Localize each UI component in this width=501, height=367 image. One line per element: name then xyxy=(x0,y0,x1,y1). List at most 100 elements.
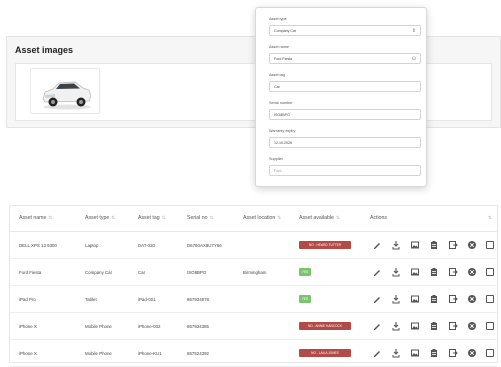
pencil-icon[interactable] xyxy=(372,348,382,358)
form-field-label: Asset tag xyxy=(269,73,285,77)
cell-serial-no: D6760AX8U7Y66 xyxy=(187,243,222,248)
row-select-checkbox[interactable] xyxy=(486,268,494,276)
image-icon[interactable] xyxy=(410,348,420,358)
download-icon[interactable] xyxy=(391,240,401,250)
column-header-asset-location[interactable]: Asset location ⇅ xyxy=(243,215,281,221)
cell-asset-type: Tablet xyxy=(85,297,97,302)
sort-icon: ⇅ xyxy=(161,215,166,220)
assets-table: Asset name ⇅ Asset type ⇅ Asset tag ⇅ Seria… xyxy=(9,205,498,367)
form-field-input[interactable]: Car xyxy=(269,81,421,92)
clipboard-icon[interactable] xyxy=(429,267,439,277)
status-badge: NO - ANNIE HANCOCK xyxy=(299,322,351,330)
cell-serial-no: 867934385 xyxy=(187,324,209,329)
form-field-input[interactable]: 12.10.2026 xyxy=(269,137,421,148)
clipboard-icon[interactable] xyxy=(429,240,439,250)
form-field-value: Car xyxy=(274,85,280,89)
status-badge: YES xyxy=(299,268,311,276)
table-row[interactable]: iPad Pro Tablet iPad-001 867934978 YES xyxy=(10,286,497,313)
export-icon[interactable] xyxy=(448,348,458,358)
cell-serial-no: ISO8BPO xyxy=(187,270,207,275)
export-icon[interactable] xyxy=(448,240,458,250)
column-header-asset-tag[interactable]: Asset tag ⇅ xyxy=(138,215,165,221)
table-row[interactable]: iPhone X Mobile Phone iPhone-002 867934385 N… xyxy=(10,313,497,340)
close-circle-icon[interactable] xyxy=(467,267,477,277)
column-header-asset-type[interactable]: Asset type ⇅ xyxy=(85,215,115,221)
cell-asset-type: Company Car xyxy=(85,270,113,275)
pencil-icon[interactable] xyxy=(372,267,382,277)
cell-serial-no: 867524392 xyxy=(187,351,209,356)
form-field-label: Supplier xyxy=(269,157,283,161)
pencil-icon[interactable] xyxy=(372,240,382,250)
asset-images-title: Asset images xyxy=(15,45,74,55)
cell-asset-type: Laptop xyxy=(85,243,99,248)
form-field-label: Warranty expiry xyxy=(269,129,296,133)
cell-asset-name: iPhone X xyxy=(19,324,37,329)
sort-icon: ⇅ xyxy=(209,215,214,220)
table-header: Asset name ⇅ Asset type ⇅ Asset tag ⇅ Seria… xyxy=(10,206,497,232)
form-field-value: ISO8BPO xyxy=(274,113,290,117)
pencil-icon[interactable] xyxy=(372,294,382,304)
car-image xyxy=(42,81,92,110)
cell-asset-tag: iPad-001 xyxy=(138,297,156,302)
form-field-label: Asset name xyxy=(269,45,290,49)
column-header-serial-no[interactable]: Serial no ⇅ xyxy=(187,215,213,221)
cell-serial-no: 867934978 xyxy=(187,297,209,302)
cell-asset-tag: Car xyxy=(138,270,146,275)
asset-edit-form: Asset type Company Car ⇕ Asset name Ford Fie… xyxy=(255,7,427,187)
download-icon[interactable] xyxy=(391,267,401,277)
status-badge: NO - LAILA JONES xyxy=(299,349,351,357)
row-select-checkbox[interactable] xyxy=(486,241,494,249)
clock-icon[interactable]: ⊙ xyxy=(412,56,416,62)
cell-asset-location: Birmingham xyxy=(243,270,267,275)
car-image-thumbnail[interactable] xyxy=(30,68,100,114)
form-field-input[interactable]: Ford xyxy=(269,165,421,176)
select-arrow[interactable]: ⇕ xyxy=(412,28,416,34)
sort-icon: ⇅ xyxy=(111,215,116,220)
form-field-input[interactable]: ISO8BPO xyxy=(269,109,421,120)
row-select-checkbox[interactable] xyxy=(486,295,494,303)
export-icon[interactable] xyxy=(448,267,458,277)
sort-icon: ⇅ xyxy=(335,215,340,220)
cell-asset-name: iPad Pro xyxy=(19,297,36,302)
cell-asset-tag: iPhone-002 xyxy=(138,324,161,329)
cell-asset-name: Ford Fiesta xyxy=(19,270,42,275)
table-row[interactable]: iPhone X Mobile Phone iPhone-KU1 867524392 N… xyxy=(10,340,497,367)
export-icon[interactable] xyxy=(448,321,458,331)
form-field-label: Serial number xyxy=(269,101,293,105)
close-circle-icon[interactable] xyxy=(467,240,477,250)
cell-asset-type: Mobile Phone xyxy=(85,324,112,329)
cell-asset-name: DELL XPS 13 9300 xyxy=(19,243,57,248)
image-icon[interactable] xyxy=(410,267,420,277)
close-circle-icon[interactable] xyxy=(467,294,477,304)
export-icon[interactable] xyxy=(448,294,458,304)
form-field-input[interactable]: Ford Fiesta ⊙ xyxy=(269,53,421,64)
clipboard-icon[interactable] xyxy=(429,348,439,358)
row-select-checkbox[interactable] xyxy=(486,349,494,357)
status-badge: YES xyxy=(299,295,311,303)
image-icon[interactable] xyxy=(410,240,420,250)
status-badge: NO - HEARD TUTTER xyxy=(299,241,351,249)
cell-asset-tag: DAT-020 xyxy=(138,243,155,248)
cell-asset-tag: iPhone-KU1 xyxy=(138,351,162,356)
clipboard-icon[interactable] xyxy=(429,294,439,304)
close-circle-icon[interactable] xyxy=(467,348,477,358)
pencil-icon[interactable] xyxy=(372,321,382,331)
image-icon[interactable] xyxy=(410,321,420,331)
download-icon[interactable] xyxy=(391,294,401,304)
table-row[interactable]: Ford Fiesta Company Car Car ISO8BPO Birmingh… xyxy=(10,259,497,286)
table-row[interactable]: DELL XPS 13 9300 Laptop DAT-020 D6760AX8U7Y… xyxy=(10,232,497,259)
download-icon[interactable] xyxy=(391,321,401,331)
clipboard-icon[interactable] xyxy=(429,321,439,331)
form-field-label: Asset type xyxy=(269,17,287,21)
form-field-input[interactable]: Company Car ⇕ xyxy=(269,25,421,36)
cell-asset-type: Mobile Phone xyxy=(85,351,112,356)
column-header-asset-available[interactable]: Asset available ⇅ xyxy=(299,215,340,221)
close-circle-icon[interactable] xyxy=(467,321,477,331)
row-select-checkbox[interactable] xyxy=(486,322,494,330)
column-header-asset-name[interactable]: Asset name ⇅ xyxy=(19,215,52,221)
column-header-actions: Actions xyxy=(370,215,388,221)
column-header-select[interactable]: ⇅ xyxy=(486,215,492,221)
download-icon[interactable] xyxy=(391,348,401,358)
image-icon[interactable] xyxy=(410,294,420,304)
form-field-value: Company Car xyxy=(274,29,297,33)
